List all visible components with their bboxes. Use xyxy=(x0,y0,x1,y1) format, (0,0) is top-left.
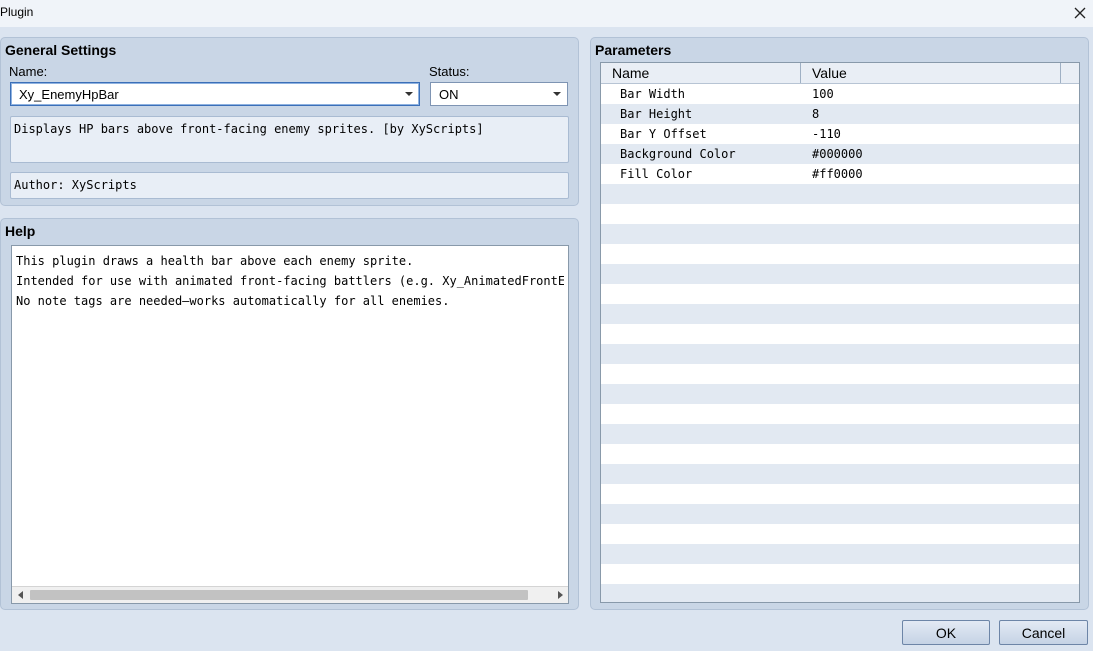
empty-row xyxy=(601,364,1079,384)
scroll-right-button[interactable] xyxy=(551,587,568,603)
help-text: This plugin draws a health bar above eac… xyxy=(16,251,564,311)
empty-row xyxy=(601,524,1079,544)
horizontal-scrollbar[interactable] xyxy=(12,586,568,603)
help-line: This plugin draws a health bar above eac… xyxy=(16,254,414,268)
empty-row xyxy=(601,284,1079,304)
empty-row xyxy=(601,184,1079,204)
table-row[interactable]: Bar Height 8 xyxy=(601,104,1079,124)
help-title: Help xyxy=(5,223,36,239)
column-header-value[interactable]: Value xyxy=(801,63,1061,83)
parameter-value: 8 xyxy=(812,107,820,121)
parameter-value: #ff0000 xyxy=(812,167,863,181)
parameters-table: Name Value Bar Width 100 Bar Height 8 Bar Y … xyxy=(600,62,1080,603)
name-dropdown[interactable]: Xy_EnemyHpBar xyxy=(10,82,420,106)
status-dropdown-value: ON xyxy=(439,86,459,102)
scroll-left-button[interactable] xyxy=(12,587,29,603)
table-row[interactable]: Bar Width 100 xyxy=(601,84,1079,104)
author-box: Author: XyScripts xyxy=(10,172,569,199)
column-header-name[interactable]: Name xyxy=(601,63,801,83)
parameter-name: Bar Y Offset xyxy=(620,127,707,141)
general-settings-title: General Settings xyxy=(5,42,117,58)
empty-row xyxy=(601,464,1079,484)
parameters-group: Parameters Name Value Bar Width 100 Bar He… xyxy=(590,37,1089,610)
scrollbar-thumb[interactable] xyxy=(30,590,528,600)
help-line: Intended for use with animated front-fac… xyxy=(16,274,564,288)
empty-row xyxy=(601,424,1079,444)
empty-row xyxy=(601,224,1079,244)
table-row[interactable]: Bar Y Offset -110 xyxy=(601,124,1079,144)
name-dropdown-value: Xy_EnemyHpBar xyxy=(19,86,119,102)
empty-row xyxy=(601,204,1079,224)
ok-button[interactable]: OK xyxy=(902,620,990,645)
empty-row xyxy=(601,544,1079,564)
parameter-name: Bar Width xyxy=(620,87,686,101)
parameter-name: Fill Color xyxy=(620,167,693,181)
parameters-title: Parameters xyxy=(595,42,672,58)
author-text: Author: XyScripts xyxy=(14,178,137,192)
empty-row xyxy=(601,504,1079,524)
help-text-area[interactable]: This plugin draws a health bar above eac… xyxy=(11,245,569,604)
close-icon xyxy=(1074,7,1086,19)
table-row[interactable]: Background Color #000000 xyxy=(601,144,1079,164)
close-button[interactable] xyxy=(1067,0,1093,26)
empty-row xyxy=(601,584,1079,602)
status-dropdown[interactable]: ON xyxy=(430,82,568,106)
empty-row xyxy=(601,244,1079,264)
chevron-down-icon xyxy=(553,92,561,96)
empty-row xyxy=(601,384,1079,404)
parameter-value: #000000 xyxy=(812,147,863,161)
general-settings-group: General Settings Name: Status: Xy_EnemyH… xyxy=(0,37,579,206)
table-header: Name Value xyxy=(601,63,1079,84)
chevron-down-icon xyxy=(405,92,413,96)
empty-row xyxy=(601,264,1079,284)
parameter-value: -110 xyxy=(812,127,841,141)
empty-row xyxy=(601,304,1079,324)
empty-row xyxy=(601,324,1079,344)
empty-row xyxy=(601,344,1079,364)
empty-row xyxy=(601,564,1079,584)
parameter-name: Bar Height xyxy=(620,107,693,121)
status-label: Status: xyxy=(429,64,470,79)
parameter-rows: Bar Width 100 Bar Height 8 Bar Y Offset -110 B… xyxy=(601,84,1079,602)
name-label: Name: xyxy=(9,64,48,79)
parameter-value: 100 xyxy=(812,87,834,101)
triangle-left-icon xyxy=(17,591,23,599)
cancel-button[interactable]: Cancel xyxy=(999,620,1088,645)
help-group: Help This plugin draws a health bar abov… xyxy=(0,218,579,610)
parameter-name: Background Color xyxy=(620,147,736,161)
table-row[interactable]: Fill Color #ff0000 xyxy=(601,164,1079,184)
window-title: Plugin xyxy=(0,5,34,19)
triangle-right-icon xyxy=(557,591,563,599)
help-line: No note tags are needed—works automatica… xyxy=(16,294,450,308)
title-bar: Plugin xyxy=(0,0,1093,27)
description-box: Displays HP bars above front-facing enem… xyxy=(10,116,569,163)
description-text: Displays HP bars above front-facing enem… xyxy=(14,122,484,136)
empty-row xyxy=(601,484,1079,504)
empty-row xyxy=(601,444,1079,464)
empty-row xyxy=(601,404,1079,424)
